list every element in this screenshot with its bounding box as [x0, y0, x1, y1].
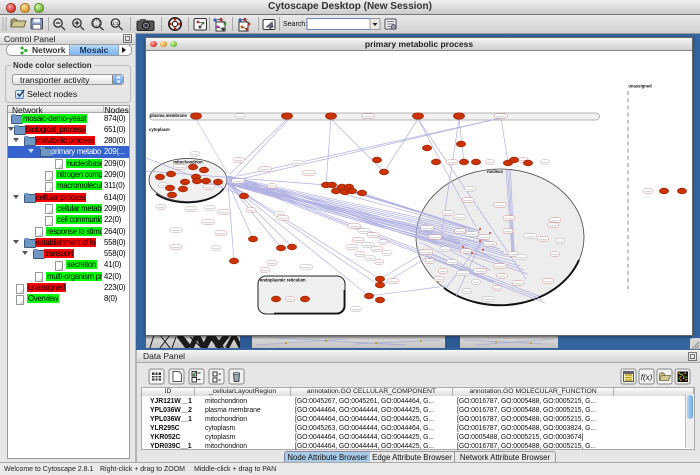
svg-text:Search:: Search: [283, 21, 307, 28]
svg-text:f(x): f(x) [641, 373, 653, 382]
svg-text:cytoplasm: cytoplasm [149, 127, 170, 132]
svg-text:plasma membrane: plasma membrane [150, 113, 187, 118]
svg-text:mitochondrion: mitochondrion [173, 160, 203, 165]
svg-text:1:1: 1:1 [112, 21, 119, 26]
svg-text:nucleus: nucleus [487, 169, 503, 174]
svg-text:endoplasmic reticulum: endoplasmic reticulum [260, 278, 306, 283]
svg-text:unassigned: unassigned [628, 84, 652, 89]
